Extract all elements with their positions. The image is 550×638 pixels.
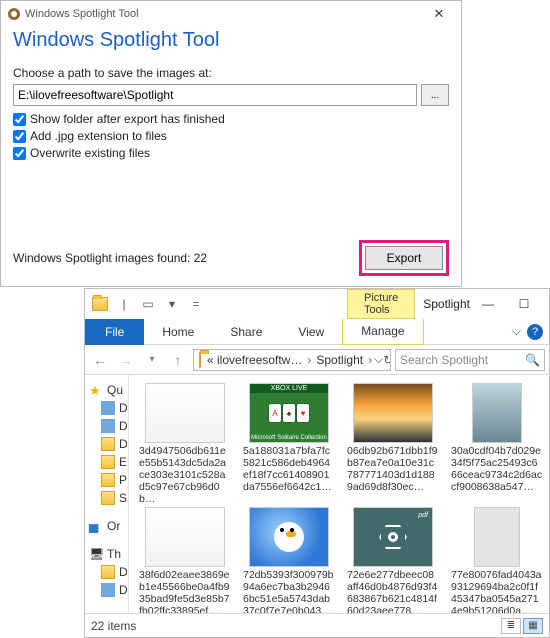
tab-view[interactable]: View [280, 319, 342, 345]
app-icon [7, 7, 21, 21]
file-grid: 3d4947506db611ee55b5143dc5da2ace303e3101… [129, 375, 549, 613]
explorer-titlebar: | ▭ ▾ = Picture Tools Spotlight — ☐ ✕ [85, 289, 549, 319]
file-item[interactable]: 72e6e277dbeec08aff46d0b4876d93f4683867b6… [347, 507, 439, 613]
tool-titlebar: Windows Spotlight Tool ✕ [1, 1, 461, 27]
file-name: 77e80076fad4043a93129694ba2c0f1f45347ba0… [451, 569, 543, 613]
sidebar-item[interactable]: D [85, 563, 128, 581]
thumbnail [249, 507, 329, 567]
sidebar-item[interactable]: S [85, 489, 128, 507]
tool-heading: Windows Spotlight Tool [13, 29, 449, 52]
qat-new-folder-icon[interactable]: ▾ [161, 293, 183, 315]
add-jpg-checkbox[interactable] [13, 130, 26, 143]
addr-folder-icon [196, 353, 204, 367]
qat-expand-icon[interactable]: = [185, 293, 207, 315]
sidebar-item[interactable]: P [85, 471, 128, 489]
close-button[interactable]: ✕ [542, 290, 550, 318]
addr-dropdown-icon[interactable]: ⌵ [374, 352, 383, 367]
search-icon[interactable]: 🔍 [525, 353, 540, 367]
show-folder-checkbox[interactable] [13, 113, 26, 126]
sidebar-item[interactable]: D [85, 581, 128, 599]
nav-forward-button[interactable]: → [115, 349, 137, 371]
sidebar: Qu D D D E P S Or Th D D [85, 375, 129, 613]
file-item[interactable]: 30a0cdf04b7d029e34f5f75ac25493c666ceac97… [451, 383, 543, 503]
explorer-title: Spotlight [423, 297, 470, 311]
address-bar-row: ← → ▾ ↑ « ilovefreesoftw… › Spotlight › … [85, 345, 549, 375]
file-name: 72e6e277dbeec08aff46d0b4876d93f4683867b6… [347, 569, 439, 613]
breadcrumb-sep-1: › [305, 353, 313, 367]
thumbnail [474, 507, 520, 567]
tab-file[interactable]: File [85, 319, 144, 345]
file-item[interactable]: 3d4947506db611ee55b5143dc5da2ace303e3101… [139, 383, 231, 503]
icons-view-button[interactable]: ▦ [523, 618, 543, 634]
file-item[interactable]: A♠♥ Microsoft Solitaire Collection 5a188… [243, 383, 335, 503]
search-input[interactable]: Search Spotlight 🔍 [395, 349, 545, 371]
file-name: 38f6d02eaee3869eb1e45566be0a4fb935bad9fe… [139, 569, 231, 613]
minimize-button[interactable]: — [470, 290, 506, 318]
help-icon[interactable]: ? [527, 324, 543, 340]
breadcrumb-seg-1[interactable]: « ilovefreesoftw… [204, 353, 305, 367]
status-bar: 22 items ≣ ▦ [85, 613, 549, 637]
sidebar-item[interactable]: D [85, 435, 128, 453]
thumbnail [353, 383, 433, 443]
tab-home[interactable]: Home [144, 319, 212, 345]
file-name: 5a188031a7bfa7fc5821c586deb4964ef18f7cc6… [243, 445, 335, 493]
file-name: 06db92b671dbb1f9b87ea7e0a10e31c787771403… [347, 445, 439, 493]
overwrite-checkbox[interactable] [13, 147, 26, 160]
file-item[interactable]: 06db92b671dbb1f9b87ea7e0a10e31c787771403… [347, 383, 439, 503]
add-jpg-checkbox-row[interactable]: Add .jpg extension to files [13, 129, 449, 143]
thumbnail [145, 507, 225, 567]
sidebar-this-pc[interactable]: Th [85, 545, 128, 563]
qat-divider: | [113, 293, 135, 315]
ribbon-expand-icon[interactable]: ⌵ [512, 324, 521, 339]
item-count: 22 items [91, 619, 136, 633]
file-name: 72db5393f300979b94a6ec7ba3b29466bc51e5a5… [243, 569, 335, 613]
file-item[interactable]: 38f6d02eaee3869eb1e45566be0a4fb935bad9fe… [139, 507, 231, 613]
search-placeholder: Search Spotlight [400, 353, 488, 367]
nav-recent-dropdown[interactable]: ▾ [141, 349, 163, 371]
tool-window-title: Windows Spotlight Tool [25, 8, 139, 20]
sidebar-item[interactable]: E [85, 453, 128, 471]
explorer-window: | ▭ ▾ = Picture Tools Spotlight — ☐ ✕ Fi… [84, 288, 550, 638]
nav-up-button[interactable]: ↑ [167, 349, 189, 371]
tool-close-button[interactable]: ✕ [421, 6, 457, 22]
sidebar-item[interactable]: D [85, 399, 128, 417]
file-item[interactable]: 77e80076fad4043a93129694ba2c0f1f45347ba0… [451, 507, 543, 613]
show-folder-label: Show folder after export has finished [30, 112, 225, 126]
spotlight-tool-window: Windows Spotlight Tool ✕ Windows Spotlig… [0, 0, 462, 287]
breadcrumb-seg-2[interactable]: Spotlight [313, 353, 366, 367]
thumbnail: A♠♥ Microsoft Solitaire Collection [249, 383, 329, 443]
picture-tools-tab[interactable]: Picture Tools [347, 289, 415, 319]
details-view-button[interactable]: ≣ [501, 618, 521, 634]
file-name: 30a0cdf04b7d029e34f5f75ac25493c666ceac97… [451, 445, 543, 493]
tab-manage[interactable]: Manage [342, 319, 423, 345]
path-input[interactable] [13, 84, 417, 106]
choose-path-label: Choose a path to save the images at: [13, 66, 449, 80]
nav-back-button[interactable]: ← [89, 349, 111, 371]
sidebar-quick-access[interactable]: Qu [85, 381, 128, 399]
show-folder-checkbox-row[interactable]: Show folder after export has finished [13, 112, 449, 126]
breadcrumb-sep-2: › [366, 353, 374, 367]
refresh-button[interactable]: ↻ [383, 353, 391, 367]
sidebar-onedrive[interactable]: Or [85, 517, 128, 535]
overwrite-checkbox-row[interactable]: Overwrite existing files [13, 146, 449, 160]
address-bar[interactable]: « ilovefreesoftw… › Spotlight › ⌵ ↻ [193, 349, 391, 371]
images-found-text: Windows Spotlight images found: 22 [13, 251, 207, 265]
export-button[interactable]: Export [365, 246, 443, 270]
qat-properties-icon[interactable]: ▭ [137, 293, 159, 315]
tab-share[interactable]: Share [212, 319, 280, 345]
ribbon-tabs: File Home Share View Manage ⌵ ? [85, 319, 549, 345]
explorer-folder-icon [89, 293, 111, 315]
file-item[interactable]: 72db5393f300979b94a6ec7ba3b29466bc51e5a5… [243, 507, 335, 613]
export-highlight: Export [359, 240, 449, 276]
sidebar-item[interactable]: D [85, 417, 128, 435]
thumbnail [353, 507, 433, 567]
file-name: 3d4947506db611ee55b5143dc5da2ace303e3101… [139, 445, 231, 503]
maximize-button[interactable]: ☐ [506, 290, 542, 318]
overwrite-label: Overwrite existing files [30, 146, 150, 160]
add-jpg-label: Add .jpg extension to files [30, 129, 167, 143]
browse-button[interactable]: ... [421, 84, 449, 106]
thumbnail [145, 383, 225, 443]
thumbnail [472, 383, 522, 443]
